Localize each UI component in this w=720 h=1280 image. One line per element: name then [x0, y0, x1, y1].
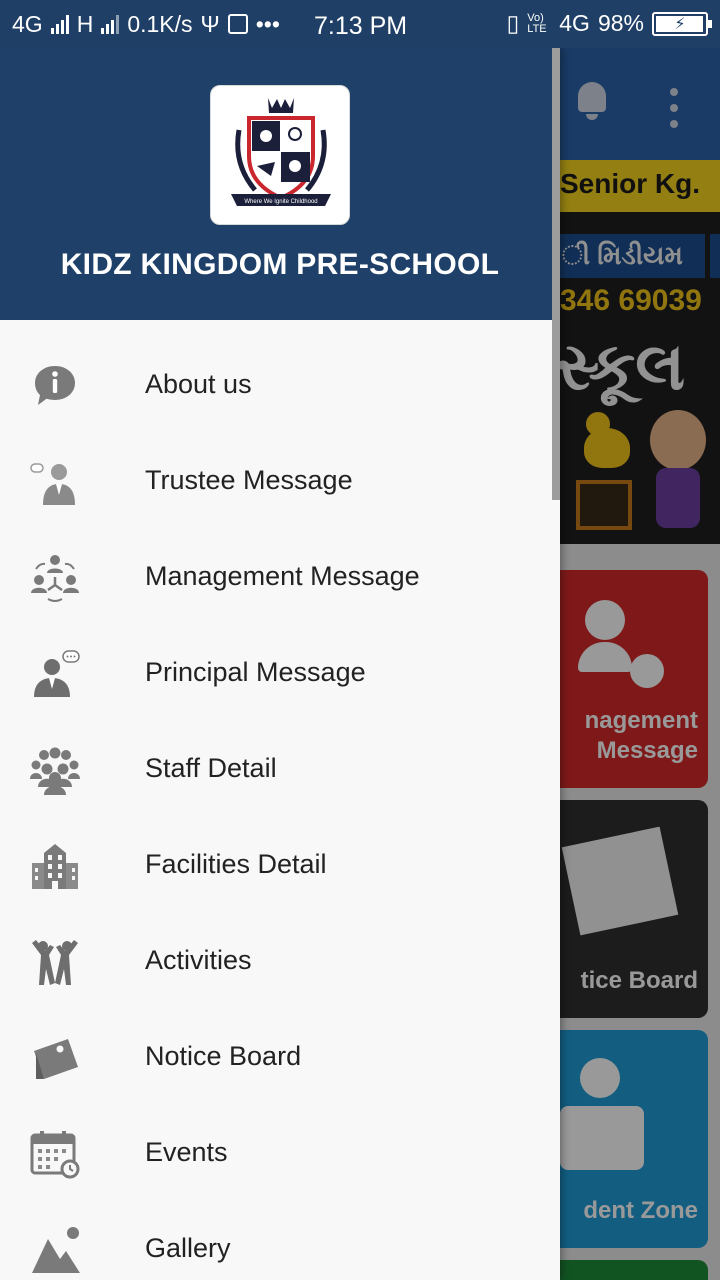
drawer-menu: About us Trustee Message Management Mess… [0, 338, 560, 1280]
school-logo: Where We Ignite Childhood [210, 85, 350, 225]
menu-item-activities[interactable]: Activities [0, 914, 560, 1010]
navigation-drawer: Where We Ignite Childhood KIDZ KINGDOM P… [0, 48, 560, 1280]
status-bar: 4G H 0.1K/s Ψ ••• 7:13 PM ▯ Vo) LTE 4G 9… [0, 0, 720, 48]
menu-item-label: Staff Detail [145, 753, 277, 783]
drawer-header: Where We Ignite Childhood KIDZ KINGDOM P… [0, 48, 560, 320]
menu-item-trustee-message[interactable]: Trustee Message [0, 434, 560, 530]
drawer-scrollbar[interactable] [552, 48, 560, 500]
calendar-icon [30, 1129, 80, 1179]
menu-item-label: Trustee Message [145, 465, 353, 495]
menu-item-notice-board[interactable]: Notice Board [0, 1010, 560, 1106]
signal-icon [101, 14, 120, 34]
network-speed: 0.1K/s [127, 10, 193, 37]
menu-item-label: Facilities Detail [145, 849, 327, 879]
menu-item-principal-message[interactable]: Principal Message [0, 626, 560, 722]
menu-item-label: Notice Board [145, 1041, 302, 1071]
volte-label: Vo) LTE [527, 11, 547, 35]
menu-item-label: Events [145, 1137, 228, 1167]
management-icon [30, 553, 80, 603]
building-icon [30, 841, 80, 891]
battery-percent: 98% [597, 10, 644, 36]
menu-item-label: Gallery [145, 1233, 231, 1263]
menu-item-gallery[interactable]: Gallery [0, 1202, 560, 1280]
info-icon [30, 361, 80, 411]
menu-item-about-us[interactable]: About us [0, 338, 560, 434]
vibrate-icon: ▯ [506, 10, 520, 36]
gallery-icon [30, 1225, 80, 1275]
menu-item-label: About us [145, 369, 252, 399]
battery-icon: ⚡ [652, 11, 712, 36]
logo-ribbon-text: Where We Ignite Childhood [244, 199, 317, 205]
staff-icon [30, 745, 80, 795]
activities-icon [30, 937, 80, 987]
status-right: ▯ Vo) LTE 4G 98% ⚡ [506, 10, 712, 37]
menu-item-events[interactable]: Events [0, 1106, 560, 1202]
more-dots-icon: ••• [255, 10, 280, 37]
app-notification-icon [227, 14, 248, 34]
menu-item-label: Activities [145, 945, 252, 975]
principal-icon [30, 649, 80, 699]
usb-icon: Ψ [200, 10, 220, 37]
status-left: 4G H 0.1K/s Ψ ••• [12, 11, 280, 38]
notice-board-icon [30, 1033, 80, 1083]
menu-item-label: Management Message [145, 561, 420, 591]
network-right-label: 4G [559, 10, 590, 36]
school-name: KIDZ KINGDOM PRE-SCHOOL [60, 248, 500, 281]
menu-item-facilities-detail[interactable]: Facilities Detail [0, 818, 560, 914]
network-type-label: 4G [12, 10, 43, 37]
clock: 7:13 PM [314, 12, 408, 40]
trustee-icon [30, 457, 80, 507]
menu-item-staff-detail[interactable]: Staff Detail [0, 722, 560, 818]
network-h-label: H [76, 10, 94, 37]
menu-item-label: Principal Message [145, 657, 366, 687]
menu-item-management-message[interactable]: Management Message [0, 530, 560, 626]
signal-icon [50, 14, 69, 34]
